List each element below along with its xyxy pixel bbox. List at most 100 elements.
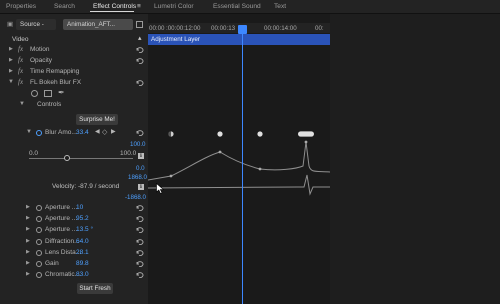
start-fresh-button[interactable]: Start Fresh [77, 283, 113, 294]
param-row[interactable]: ▶ Diffraction... 64.0 [0, 236, 148, 247]
source-tab[interactable]: ▣ Source - [7, 19, 56, 30]
param-label: Diffraction... [45, 237, 80, 245]
reset-icon[interactable] [136, 216, 144, 223]
graph-point[interactable] [304, 140, 308, 144]
param-value[interactable]: 10 [76, 202, 83, 213]
param-value[interactable]: 89.8 [76, 258, 89, 269]
stopwatch-icon[interactable] [36, 130, 42, 136]
expand-arrow-icon[interactable]: ▶ [26, 247, 30, 258]
param-row[interactable]: ▶ Lens Dista... 28.1 [0, 247, 148, 258]
value-curve[interactable] [148, 141, 330, 181]
effect-row-opacity[interactable]: ▶ fx Opacity [0, 55, 148, 66]
keyframe-marker[interactable] [257, 131, 263, 137]
param-row-blur-amount[interactable]: ▼ Blur Amo... 33.4 ◀ ◇ ▶ [0, 127, 148, 138]
param-label: Aperture ... [45, 215, 78, 223]
param-row[interactable]: ▶ Aperture ... 10 [0, 202, 148, 213]
reset-icon[interactable] [136, 80, 144, 86]
velocity-curve[interactable] [148, 174, 330, 196]
expand-arrow-icon[interactable]: ▶ [26, 213, 30, 224]
tab-text[interactable]: Text [274, 3, 286, 10]
param-label: Chromatic... [45, 271, 81, 279]
keyframe-graph[interactable] [148, 126, 330, 206]
param-value[interactable]: 95.2 [76, 213, 89, 224]
graph-point[interactable] [258, 167, 262, 171]
fx-badge-icon[interactable]: fx [18, 44, 23, 55]
reset-icon[interactable] [136, 272, 144, 279]
collapse-arrow-icon[interactable]: ▼ [26, 127, 32, 138]
param-value[interactable]: 28.1 [76, 247, 89, 258]
param-value[interactable]: 64.0 [76, 236, 89, 247]
graph-type-icon[interactable]: ℹ [138, 153, 144, 159]
velocity-readout: Velocity: -87.9 / second [52, 183, 120, 190]
mouse-cursor-icon [156, 183, 164, 194]
graph-point[interactable] [169, 174, 173, 178]
rectangle-mask-icon[interactable] [44, 90, 52, 97]
keyframe-cluster[interactable] [298, 131, 314, 137]
reset-icon[interactable] [136, 261, 144, 267]
blur-amount-value[interactable]: 33.4 [76, 127, 89, 138]
reset-icon[interactable] [136, 250, 144, 256]
stopwatch-icon[interactable] [36, 227, 42, 234]
param-row[interactable]: ▶ Aperture ... 95.2 [0, 213, 148, 224]
tab-essential-sound[interactable]: Essential Sound [213, 3, 261, 10]
graph-point[interactable] [218, 150, 222, 154]
keyframe-marker[interactable] [217, 131, 223, 137]
clip-tab[interactable]: Animation_AFT... [63, 19, 133, 30]
param-value[interactable]: 13.5 ° [76, 224, 93, 235]
reset-icon[interactable] [136, 227, 144, 234]
stopwatch-icon[interactable] [36, 261, 42, 267]
tab-properties[interactable]: Properties [6, 3, 36, 10]
collapse-arrow-icon[interactable]: ▼ [19, 99, 25, 110]
velocity-graph-icon[interactable]: ℹ [138, 184, 144, 190]
stopwatch-icon[interactable] [36, 216, 42, 223]
panel-menu-icon[interactable]: ≡ [137, 3, 141, 10]
expand-arrow-icon[interactable]: ▶ [9, 44, 13, 55]
stopwatch-icon[interactable] [36, 249, 42, 256]
fx-badge-icon[interactable]: fx [18, 77, 23, 88]
controls-group-row[interactable]: ▼ Controls [0, 99, 148, 110]
param-row[interactable]: ▶ Chromatic... 83.0 [0, 269, 148, 280]
collapse-up-icon[interactable]: ▴ [138, 33, 142, 44]
expand-arrow-icon[interactable]: ▶ [26, 202, 30, 213]
reset-icon[interactable] [136, 205, 144, 211]
reset-icon[interactable] [136, 238, 144, 245]
empty-panel-area [330, 14, 500, 304]
stopwatch-icon[interactable] [36, 272, 42, 279]
graph-zero-label: 0.0 [136, 165, 145, 172]
next-keyframe-icon[interactable]: ▶ [111, 127, 116, 138]
surprise-me-button[interactable]: Surprise Me! [76, 114, 118, 125]
collapse-arrow-icon[interactable]: ▼ [8, 77, 14, 88]
adjustment-layer-clip[interactable]: Adjustment Layer [148, 34, 330, 45]
fx-badge-icon[interactable]: fx [18, 55, 23, 66]
ellipse-mask-icon[interactable] [31, 90, 38, 97]
param-label: Aperture ... [45, 226, 78, 234]
expand-arrow-icon[interactable]: ▶ [26, 269, 30, 280]
tab-lumetri-color[interactable]: Lumetri Color [154, 3, 194, 10]
expand-arrow-icon[interactable]: ▶ [9, 55, 13, 66]
blur-amount-slider[interactable] [29, 158, 133, 159]
active-tab-indicator [90, 11, 134, 12]
effect-row-time-remapping[interactable]: ▶ fx Time Remapping [0, 66, 148, 77]
tab-search[interactable]: Search [54, 3, 75, 10]
expand-arrow-icon[interactable]: ▶ [26, 258, 30, 269]
param-row[interactable]: ▶ Gain 89.8 [0, 258, 148, 269]
pen-mask-icon[interactable]: ✒ [58, 88, 65, 97]
reset-icon[interactable] [136, 130, 144, 136]
prev-keyframe-icon[interactable]: ◀ [95, 127, 100, 138]
expand-arrow-icon[interactable]: ▶ [26, 236, 30, 247]
effect-row-bokeh-blur[interactable]: ▼ fx FL Bokeh Blur FX [0, 77, 148, 88]
tab-effect-controls[interactable]: Effect Controls [93, 3, 136, 10]
timeline-toggle-icon[interactable] [136, 21, 143, 28]
reset-icon[interactable] [136, 58, 144, 64]
reset-icon[interactable] [136, 47, 144, 53]
add-keyframe-icon[interactable]: ◇ [102, 127, 107, 138]
effect-row-motion[interactable]: ▶ fx Motion [0, 44, 148, 55]
stopwatch-icon[interactable] [36, 238, 42, 245]
expand-arrow-icon[interactable]: ▶ [26, 224, 30, 235]
playhead-line[interactable] [242, 26, 243, 304]
expand-arrow-icon[interactable]: ▶ [9, 66, 13, 77]
playhead-handle-icon[interactable] [238, 25, 247, 34]
param-value[interactable]: 83.0 [76, 269, 89, 280]
stopwatch-icon[interactable] [36, 205, 42, 211]
param-row[interactable]: ▶ Aperture ... 13.5 ° [0, 224, 148, 235]
